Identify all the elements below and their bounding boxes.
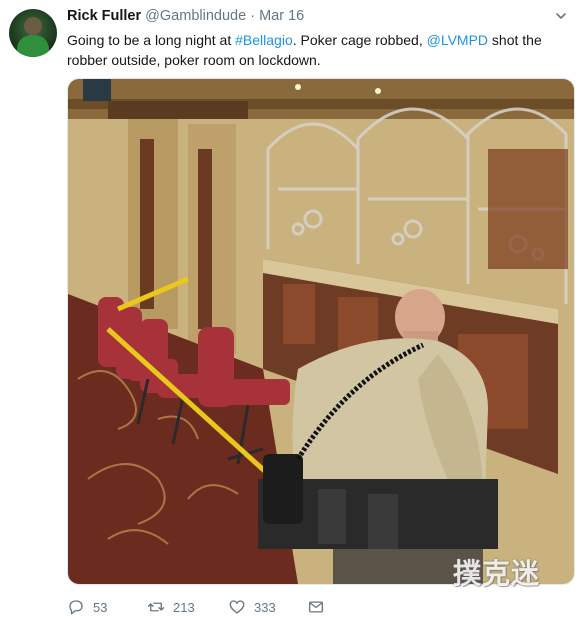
- retweet-count: 213: [173, 599, 195, 615]
- retweet-button[interactable]: 213: [147, 596, 195, 618]
- photo-scene: [68, 79, 574, 584]
- message-button[interactable]: [307, 596, 325, 618]
- like-count: 333: [254, 599, 276, 615]
- retweet-icon: [147, 602, 165, 612]
- tweet-header: Rick Fuller @Gamblindude · Mar 16: [67, 8, 304, 28]
- tweet-date[interactable]: Mar 16: [259, 8, 304, 24]
- chevron-down-icon[interactable]: [554, 9, 568, 23]
- avatar-head: [24, 17, 42, 35]
- tweet-card[interactable]: Rick Fuller @Gamblindude · Mar 16 Going …: [0, 0, 580, 620]
- envelope-icon: [308, 601, 324, 613]
- author-handle[interactable]: @Gamblindude: [145, 8, 246, 24]
- reply-icon: [69, 600, 83, 615]
- watermark-subtext: POKERCN: [463, 588, 511, 596]
- mention-link[interactable]: @LVMPD: [427, 32, 488, 48]
- separator-dot: ·: [250, 8, 256, 24]
- author-name[interactable]: Rick Fuller: [67, 8, 141, 24]
- tweet-text: Going to be a long night at #Bellagio. P…: [67, 30, 557, 70]
- like-button[interactable]: 333: [228, 596, 276, 618]
- avatar[interactable]: [9, 9, 57, 57]
- watermark-logo: 撲克迷 POKERCN: [449, 550, 569, 604]
- tweet-text-part: . Poker cage robbed,: [292, 32, 427, 48]
- reply-count: 53: [93, 599, 108, 615]
- heart-icon: [229, 600, 245, 614]
- tweet-photo[interactable]: [67, 78, 575, 585]
- avatar-shirt: [17, 35, 49, 57]
- reply-button[interactable]: 53: [67, 596, 107, 618]
- watermark-text: 撲克迷: [453, 557, 541, 590]
- hashtag-link[interactable]: #Bellagio: [235, 32, 293, 48]
- tweet-text-part: Going to be a long night at: [67, 32, 236, 48]
